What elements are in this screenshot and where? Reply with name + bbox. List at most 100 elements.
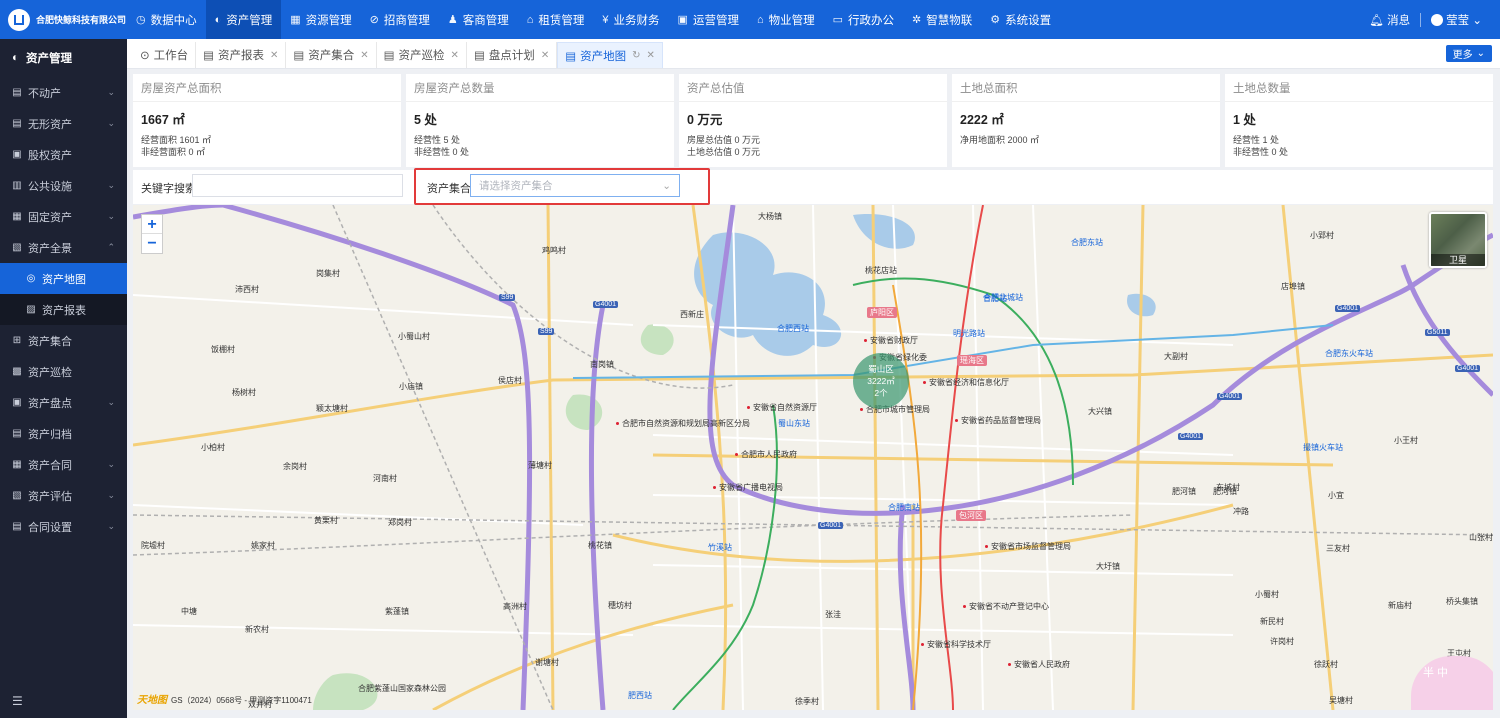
tab-1[interactable]: ▤ 资产报表 ✕ <box>196 42 287 68</box>
sidebar-item-4[interactable]: ▦ 固定资产 ⌄ <box>0 201 127 232</box>
map-label-place: 颖太塘村 <box>316 404 348 413</box>
metro-line-red <box>939 205 984 710</box>
topnav-item-4[interactable]: ♟ 客商管理 <box>439 0 518 39</box>
minor-roads <box>133 205 1234 710</box>
topnav-item-3[interactable]: ⊘ 招商管理 <box>361 0 439 39</box>
map-label-place: 肥河镇 <box>1213 487 1237 496</box>
tab-icon: ▤ <box>293 50 305 62</box>
sidebar-item-6[interactable]: ◎ 资产地图 <box>0 263 127 294</box>
close-icon[interactable]: ✕ <box>360 50 368 61</box>
assistant-mascot[interactable]: 半 中 <box>1411 656 1493 710</box>
avatar <box>1431 14 1444 27</box>
map-label-place: 中塘 <box>181 607 197 616</box>
menu-icon: ▧ <box>12 490 22 501</box>
sidebar-item-5[interactable]: ▧ 资产全景 ⌃ <box>0 232 127 263</box>
close-icon[interactable]: ✕ <box>541 50 549 61</box>
topnav-item-1[interactable]: ◐ 资产管理 <box>205 0 282 39</box>
park <box>565 394 603 430</box>
menu-icon: ⊞ <box>12 335 22 346</box>
menu-icon: ▣ <box>12 397 22 408</box>
tab-label: 资产集合 <box>308 50 355 62</box>
nav-icon: ▭ <box>832 14 844 26</box>
map-label-place: 西新庄 <box>680 310 704 319</box>
topnav-item-11[interactable]: ⚙ 系统设置 <box>981 0 1060 39</box>
more-tabs-button[interactable]: 更多 ⌄ <box>1445 45 1492 62</box>
map-label-place: 新庙村 <box>1388 601 1412 610</box>
asset-cluster-marker[interactable]: 蜀山区 3222㎡ 2个 <box>853 353 909 409</box>
map-label-place: 侯店村 <box>498 376 522 385</box>
menu-icon: ▤ <box>12 87 22 98</box>
map-copyright: 天地图 GS（2024）0568号 - 甲测资字1100471 <box>137 695 312 706</box>
keyword-search-input[interactable] <box>192 174 403 197</box>
topnav-item-5[interactable]: ⌂ 租赁管理 <box>518 0 594 39</box>
topnav-item-0[interactable]: ◷ 数据中心 <box>127 0 206 39</box>
sidebar-item-0[interactable]: ▤ 不动产 ⌄ <box>0 77 127 108</box>
highway-label: G4001 <box>593 301 619 308</box>
stat-cards: 房屋资产总面积 1667 ㎡经营面积 1601 ㎡非经营面积 0 ㎡房屋资产总数量… <box>133 74 1493 167</box>
asset-collection-select[interactable]: 请选择资产集合 ⌄ <box>470 174 680 197</box>
menu-icon: ▧ <box>12 242 22 253</box>
tab-3[interactable]: ▤ 资产巡检 ✕ <box>377 42 467 68</box>
topnav-item-8[interactable]: ⌂ 物业管理 <box>748 0 824 39</box>
chevron-icon: ⌄ <box>107 397 115 407</box>
topnav-item-7[interactable]: ▣ 运营管理 <box>669 0 748 39</box>
tab-0[interactable]: ⊙ 工作台 <box>133 42 197 68</box>
sidebar-item-2[interactable]: ▣ 股权资产 <box>0 139 127 170</box>
chevron-icon: ⌃ <box>107 242 115 252</box>
sidebar-item-3[interactable]: ▥ 公共设施 ⌄ <box>0 170 127 201</box>
topnav-item-6[interactable]: ¥ 业务财务 <box>593 0 668 39</box>
map-label-districts: 瑶海区 <box>957 355 987 366</box>
brand[interactable]: 合肥快鲸科技有限公司 <box>0 0 127 39</box>
park <box>640 324 674 355</box>
zoom-out-button[interactable]: − <box>142 234 162 253</box>
card-value: 1 处 <box>1233 113 1256 127</box>
map-label-pois: 合肥市人民政府 <box>735 449 797 460</box>
close-icon[interactable]: ✕ <box>270 50 278 61</box>
map-label-pois: 安徽省财政厅 <box>864 335 918 346</box>
sidebar-item-9[interactable]: ▩ 资产巡检 <box>0 356 127 387</box>
topnav-item-2[interactable]: ▦ 资源管理 <box>281 0 360 39</box>
close-icon[interactable]: ✕ <box>646 50 654 61</box>
tab-label: 资产巡检 <box>398 50 445 62</box>
close-icon[interactable]: ✕ <box>451 50 459 61</box>
sidebar-item-14[interactable]: ▤ 合同设置 ⌄ <box>0 511 127 542</box>
map-label-place: 黄栗村 <box>314 516 338 525</box>
asset-map[interactable]: + − 卫星 庐阳区 瑶海区 包河区 S99 G4001 S99 G4001 G4001 G40… <box>133 205 1493 710</box>
refresh-icon[interactable]: ↻ <box>632 50 640 61</box>
chevron-icon: ⌄ <box>107 87 115 97</box>
card-detail-line: 非经营性 0 处 <box>414 147 470 157</box>
zoom-in-button[interactable]: + <box>142 215 162 234</box>
stat-card: 房屋资产总数量 5 处经营性 5 处非经营性 0 处 <box>406 74 674 167</box>
map-label-place: 高洲村 <box>503 602 527 611</box>
highway-label: S99 <box>538 328 555 335</box>
user-menu[interactable]: 莹莹 ⌄ <box>1431 12 1482 28</box>
sidebar-item-10[interactable]: ▣ 资产盘点 ⌄ <box>0 387 127 418</box>
collapse-menu-icon[interactable]: ☰ <box>12 694 23 708</box>
sidebar-header: ◐ 资产管理 <box>12 52 72 65</box>
chevron-icon: ⌄ <box>107 490 115 500</box>
highway-label: G4001 <box>1178 433 1204 440</box>
sidebar-item-12[interactable]: ▦ 资产合同 ⌄ <box>0 449 127 480</box>
map-label-stations: 撮镇火车站 <box>1303 443 1343 452</box>
stat-card: 资产总估值 0 万元 房屋总估值 0 万元 土地总估值 0 万元 <box>679 74 947 167</box>
nav-label: 系统设置 <box>1005 14 1052 27</box>
topnav-item-10[interactable]: ✲ 智慧物联 <box>903 0 981 39</box>
tab-5[interactable]: ▤ 资产地图 ↻ ✕ <box>557 42 663 68</box>
map-label-place: 紫蓬镇 <box>385 607 409 616</box>
sidebar-item-8[interactable]: ⊞ 资产集合 <box>0 325 127 356</box>
satellite-toggle[interactable]: 卫星 <box>1429 212 1487 268</box>
tab-label: 工作台 <box>153 50 189 62</box>
card-details: 经营面积 1601 ㎡非经营面积 0 ㎡ <box>141 134 393 158</box>
message-button[interactable]: 🔔︎ 消息 <box>1369 12 1410 28</box>
chevron-icon: ⌄ <box>107 459 115 469</box>
sidebar-item-label: 合同设置 <box>28 521 72 534</box>
tab-4[interactable]: ▤ 盘点计划 ✕ <box>467 42 558 68</box>
sidebar-item-1[interactable]: ▤ 无形资产 ⌄ <box>0 108 127 139</box>
company-logo-icon <box>8 8 30 31</box>
sidebar-item-11[interactable]: ▤ 资产归档 <box>0 418 127 449</box>
sidebar-item-13[interactable]: ▧ 资产评估 ⌄ <box>0 480 127 511</box>
topnav-item-9[interactable]: ▭ 行政办公 <box>824 0 903 39</box>
tab-2[interactable]: ▤ 资产集合 ✕ <box>286 42 377 68</box>
reservoir <box>853 214 915 249</box>
sidebar-item-7[interactable]: ▨ 资产报表 <box>0 294 127 325</box>
